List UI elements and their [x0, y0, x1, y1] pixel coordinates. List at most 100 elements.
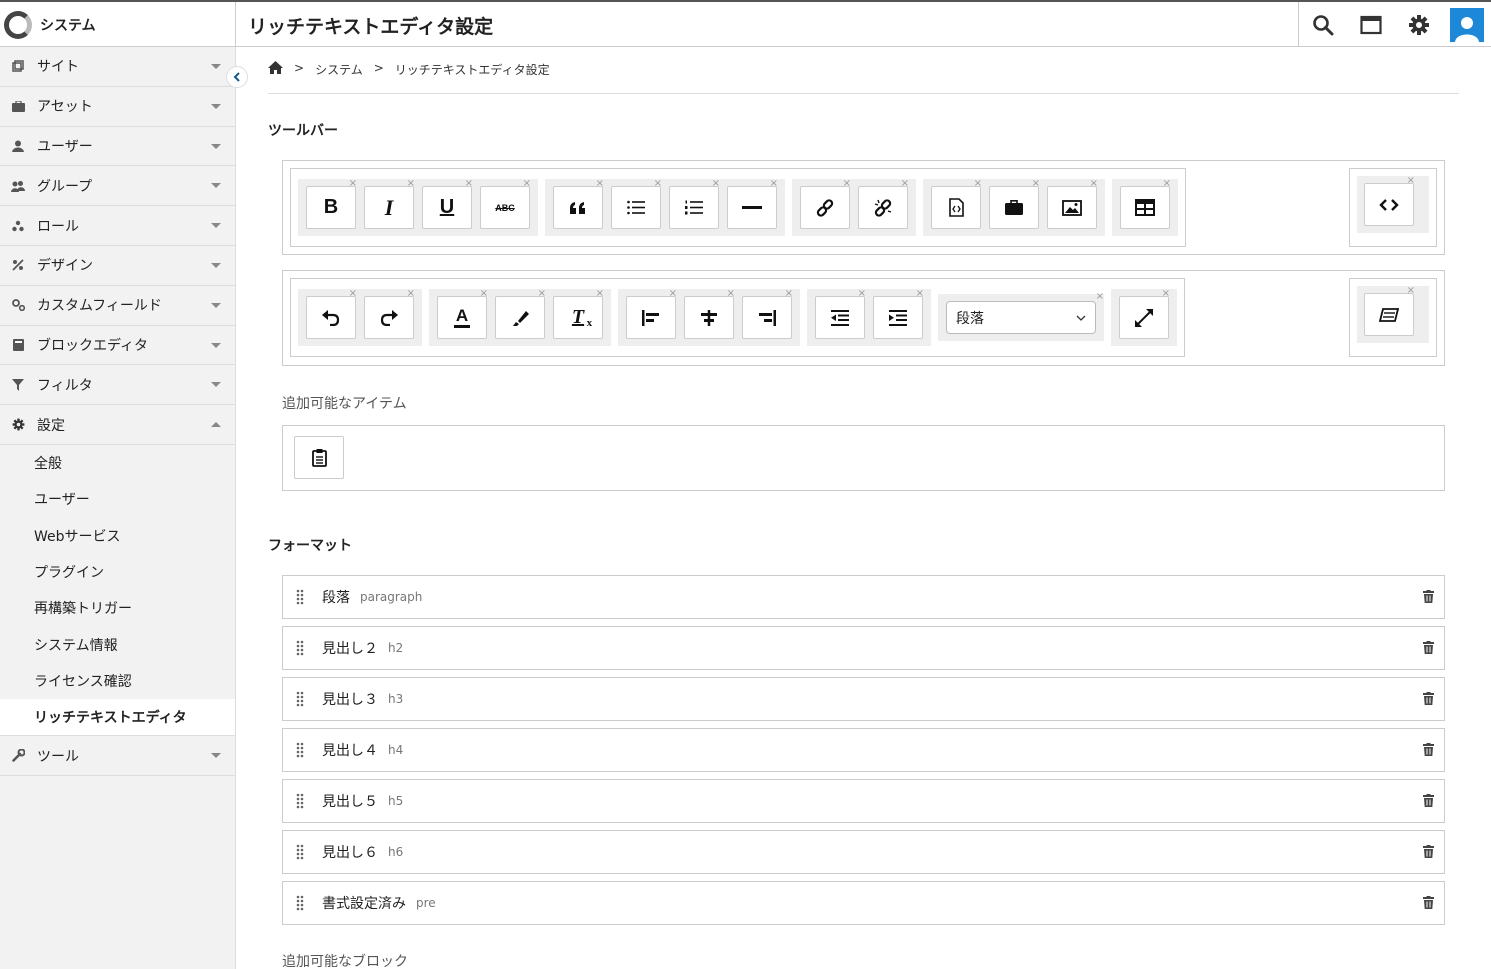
submenu-item-license[interactable]: ライセンス確認: [0, 663, 235, 699]
remove-icon[interactable]: ×: [1090, 179, 1098, 189]
highlight-button[interactable]: ×: [495, 289, 546, 339]
sidebar-item-block-editor[interactable]: ブロックエディタ: [0, 326, 235, 366]
undo-button[interactable]: ×: [306, 289, 357, 339]
remove-icon[interactable]: ×: [858, 289, 866, 299]
sidebar-item-group[interactable]: グループ: [0, 166, 235, 207]
remove-icon[interactable]: ×: [523, 179, 531, 189]
sidebar-item-custom-field[interactable]: カスタムフィールド: [0, 286, 235, 326]
trash-icon[interactable]: [1423, 896, 1434, 909]
trash-icon[interactable]: [1423, 743, 1434, 756]
sidebar-item-design[interactable]: デザイン: [0, 246, 235, 286]
sidebar-item-role[interactable]: ロール: [0, 206, 235, 246]
remove-icon[interactable]: ×: [1407, 286, 1415, 296]
blockquote-button[interactable]: ×: [553, 179, 604, 229]
app-logo[interactable]: システム: [0, 2, 236, 47]
bullet-list-button[interactable]: ×: [611, 179, 662, 229]
remove-icon[interactable]: ×: [901, 179, 909, 189]
unlink-button[interactable]: ×: [858, 179, 909, 229]
drag-handle-icon[interactable]: [296, 895, 304, 911]
format-row[interactable]: 見出し４ h4: [282, 728, 1445, 772]
align-center-button[interactable]: ×: [684, 289, 735, 339]
link-button[interactable]: ×: [800, 179, 851, 229]
submenu-item-system-info[interactable]: システム情報: [0, 626, 235, 662]
submenu-item-rebuild-trigger[interactable]: 再構築トリガー: [0, 590, 235, 626]
eraser-button[interactable]: ×: [1364, 286, 1415, 336]
format-row[interactable]: 段落 paragraph: [282, 575, 1445, 619]
remove-icon[interactable]: ×: [974, 179, 982, 189]
trash-icon[interactable]: [1423, 641, 1434, 654]
remove-icon[interactable]: ×: [1407, 176, 1415, 186]
format-row[interactable]: 書式設定済み pre: [282, 881, 1445, 925]
remove-icon[interactable]: ×: [596, 179, 604, 189]
source-code-button[interactable]: ×: [1364, 176, 1415, 226]
remove-icon[interactable]: ×: [1162, 289, 1170, 299]
paste-button[interactable]: [294, 436, 344, 479]
settings-button[interactable]: [1395, 2, 1443, 47]
submenu-item-plugin[interactable]: プラグイン: [0, 554, 235, 590]
remove-icon[interactable]: ×: [916, 289, 924, 299]
align-left-button[interactable]: ×: [626, 289, 677, 339]
horizontal-rule-button[interactable]: ×: [727, 179, 778, 229]
remove-icon[interactable]: ×: [1096, 292, 1104, 302]
submenu-item-general[interactable]: 全般: [0, 445, 235, 481]
remove-icon[interactable]: ×: [669, 289, 677, 299]
trash-icon[interactable]: [1423, 590, 1434, 603]
remove-icon[interactable]: ×: [785, 289, 793, 299]
format-row[interactable]: 見出し２ h2: [282, 626, 1445, 670]
numbered-list-button[interactable]: ×: [669, 179, 720, 229]
outdent-button[interactable]: ×: [815, 289, 866, 339]
sidebar-item-asset[interactable]: アセット: [0, 87, 235, 127]
sidebar-item-filter[interactable]: フィルタ: [0, 365, 235, 406]
strikethrough-button[interactable]: ABC ×: [480, 179, 531, 229]
remove-icon[interactable]: ×: [349, 179, 357, 189]
align-right-button[interactable]: ×: [742, 289, 793, 339]
remove-icon[interactable]: ×: [407, 179, 415, 189]
format-row[interactable]: 見出し５ h5: [282, 779, 1445, 823]
trash-icon[interactable]: [1423, 845, 1434, 858]
submenu-item-web-service[interactable]: Webサービス: [0, 518, 235, 554]
remove-icon[interactable]: ×: [770, 179, 778, 189]
format-row[interactable]: 見出し６ h6: [282, 830, 1445, 874]
indent-button[interactable]: ×: [873, 289, 924, 339]
fullscreen-button[interactable]: ×: [1119, 289, 1170, 339]
drag-handle-icon[interactable]: [296, 691, 304, 707]
format-select[interactable]: 段落: [946, 301, 1096, 334]
remove-icon[interactable]: ×: [480, 289, 488, 299]
breadcrumb-system-link[interactable]: システム: [315, 61, 363, 78]
drag-handle-icon[interactable]: [296, 742, 304, 758]
view-site-button[interactable]: [1347, 2, 1395, 47]
sidebar-item-tool[interactable]: ツール: [0, 736, 235, 777]
sidebar-collapse-button[interactable]: [226, 66, 248, 88]
insert-file-button[interactable]: ×: [931, 179, 982, 229]
remove-icon[interactable]: ×: [596, 289, 604, 299]
sidebar-item-user[interactable]: ユーザー: [0, 127, 235, 167]
drag-handle-icon[interactable]: [296, 844, 304, 860]
insert-table-button[interactable]: ×: [1120, 179, 1171, 229]
submenu-item-user[interactable]: ユーザー: [0, 481, 235, 517]
remove-icon[interactable]: ×: [1032, 179, 1040, 189]
remove-icon[interactable]: ×: [538, 289, 546, 299]
redo-button[interactable]: ×: [364, 289, 415, 339]
clear-format-button[interactable]: Tx ×: [553, 289, 604, 339]
home-button[interactable]: [268, 61, 283, 77]
insert-image-button[interactable]: ×: [1047, 179, 1098, 229]
user-avatar[interactable]: [1450, 7, 1484, 42]
drag-handle-icon[interactable]: [296, 589, 304, 605]
italic-button[interactable]: I ×: [364, 179, 415, 229]
drag-handle-icon[interactable]: [296, 793, 304, 809]
remove-icon[interactable]: ×: [349, 289, 357, 299]
trash-icon[interactable]: [1423, 692, 1434, 705]
format-row[interactable]: 見出し３ h3: [282, 677, 1445, 721]
trash-icon[interactable]: [1423, 794, 1434, 807]
remove-icon[interactable]: ×: [654, 179, 662, 189]
underline-button[interactable]: U ×: [422, 179, 473, 229]
search-button[interactable]: [1299, 2, 1347, 47]
submenu-item-rich-text-editor[interactable]: リッチテキストエディタ: [0, 699, 235, 736]
remove-icon[interactable]: ×: [407, 289, 415, 299]
remove-icon[interactable]: ×: [727, 289, 735, 299]
drag-handle-icon[interactable]: [296, 640, 304, 656]
remove-icon[interactable]: ×: [843, 179, 851, 189]
text-color-button[interactable]: A ×: [437, 289, 488, 339]
remove-icon[interactable]: ×: [1163, 179, 1171, 189]
sidebar-item-site[interactable]: サイト: [0, 47, 235, 87]
